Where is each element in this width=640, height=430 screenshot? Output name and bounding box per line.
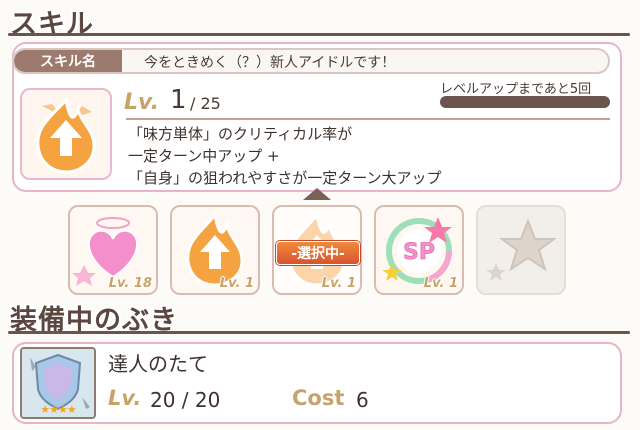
equipment-title-rule: [8, 331, 630, 334]
skill-divider: [126, 118, 610, 120]
weapon-lv-label: Lv.: [108, 386, 142, 410]
skill-slot-1-level: Lv. 18: [108, 276, 152, 291]
skill-lv-label: Lv.: [124, 90, 159, 115]
skill-slot-2[interactable]: Lv. 1: [170, 205, 260, 295]
skill-slot-4[interactable]: SP Lv. 1: [374, 205, 464, 295]
weapon-icon-box[interactable]: ★★★★: [20, 347, 96, 419]
skill-slot-3-level: Lv. 1: [321, 276, 356, 291]
skill-slot-5-locked[interactable]: [476, 205, 566, 295]
star-locked-icon: [486, 218, 558, 281]
skill-slot-4-level: Lv. 1: [423, 276, 458, 291]
weapon-cost-label: Cost: [292, 386, 345, 410]
skill-description-line-2: 一定ターン中アップ +: [128, 147, 280, 165]
weapon-cost-value: 6: [356, 388, 369, 412]
current-skill-icon: [20, 88, 112, 180]
skill-slot-2-level: Lv. 1: [219, 276, 254, 291]
weapon-level-value: 20 / 20: [150, 388, 221, 412]
selection-pointer: [303, 188, 331, 200]
skill-slot-1[interactable]: Lv. 18: [68, 205, 158, 295]
selected-badge: -選択中-: [276, 241, 360, 265]
skill-level-value: 1: [170, 85, 187, 115]
fire-up-icon: [36, 96, 96, 174]
equipment-card[interactable]: [12, 342, 622, 424]
levelup-remaining-text: レベルアップまであと5回: [440, 82, 592, 97]
skill-slot-3-selected[interactable]: -選択中- Lv. 1: [272, 205, 362, 295]
weapon-name: 達人のたて: [108, 352, 208, 376]
skill-description-line-1: 「味方単体」のクリティカル率が: [128, 125, 353, 143]
skill-description-line-3: 「自身」の狙われやすさが一定ターン大アップ: [128, 169, 442, 187]
svg-text:SP: SP: [403, 240, 435, 265]
skill-name-label: スキル名: [14, 50, 122, 72]
skill-name-value: 今をときめく（？）新人アイドルです！: [144, 55, 396, 71]
levelup-progress-bar: [440, 96, 610, 108]
skill-title-rule: [8, 33, 630, 36]
weapon-rarity-stars: ★★★★: [40, 403, 76, 416]
skill-max-level: / 25: [190, 94, 221, 113]
skill-name-bar: スキル名 今をときめく（？）新人アイドルです！: [12, 48, 610, 74]
